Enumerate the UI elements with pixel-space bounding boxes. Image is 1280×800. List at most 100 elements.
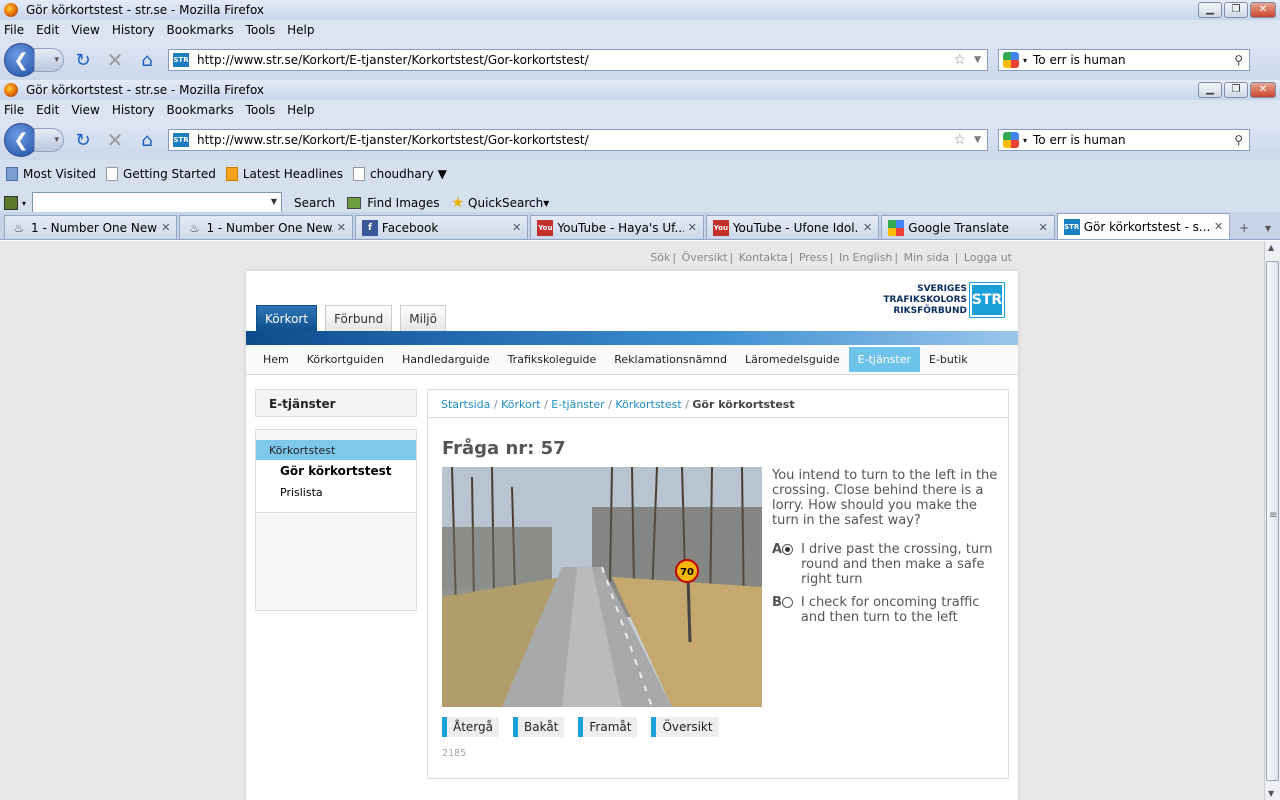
tab-1[interactable]: ♨ 1 - Number One New... ✕	[4, 215, 178, 239]
close-button[interactable]: ✕	[1250, 2, 1276, 18]
menu-edit[interactable]: Edit	[36, 103, 59, 117]
maximize-button[interactable]: ❐	[1224, 2, 1248, 18]
close-tab-icon[interactable]: ✕	[1214, 220, 1223, 233]
link-sok[interactable]: Sök	[650, 251, 670, 264]
menu-file[interactable]: File	[4, 23, 24, 37]
menu-history[interactable]: History	[112, 103, 155, 117]
bookmark-choudhary[interactable]: choudhary ▼	[353, 167, 447, 181]
forward-button[interactable]: Framåt	[578, 717, 638, 737]
link-press[interactable]: Press	[799, 251, 828, 264]
tab-youtube-2[interactable]: You YouTube - Ufone Idol... ✕	[705, 215, 880, 239]
sidebar-item-gor-korkortstest[interactable]: Gör körkortstest	[256, 460, 416, 482]
link-oversikt[interactable]: Översikt	[682, 251, 728, 264]
subnav-e-tjanster[interactable]: E-tjänster	[848, 347, 921, 372]
menu-tools[interactable]: Tools	[246, 103, 276, 117]
overview-button[interactable]: Översikt	[651, 717, 719, 737]
scroll-down-icon[interactable]: ▼	[1268, 789, 1274, 798]
option-a[interactable]: A I drive past the crossing, turn round a…	[772, 542, 1002, 587]
tab-list-button[interactable]: ▾	[1256, 217, 1280, 239]
url-bar[interactable]: STR http://www.str.se/Korkort/E-tjanster/…	[168, 49, 988, 71]
crumb-korkortstest[interactable]: Körkortstest	[615, 398, 681, 411]
search-bar[interactable]: ▾ To err is human ⚲	[998, 49, 1250, 71]
menu-edit[interactable]: Edit	[36, 23, 59, 37]
menu-help[interactable]: Help	[287, 23, 314, 37]
menu-file[interactable]: File	[4, 103, 24, 117]
link-logga-ut[interactable]: Logga ut	[964, 251, 1012, 264]
bookmark-star-icon[interactable]: ☆	[954, 132, 967, 148]
subnav-handledarguide[interactable]: Handledarguide	[393, 347, 499, 372]
subnav-e-butik[interactable]: E-butik	[920, 347, 977, 372]
str-logo[interactable]: SVERIGES TRAFIKSKOLORS RIKSFÖRBUND STR	[883, 282, 1005, 318]
stop-icon[interactable]: ✕	[102, 47, 128, 73]
home-icon[interactable]: ⌂	[134, 47, 160, 73]
search-icon[interactable]: ⚲	[1234, 133, 1243, 147]
search-bar[interactable]: ▾ To err is human ⚲	[998, 129, 1250, 151]
close-tab-icon[interactable]: ✕	[512, 221, 521, 234]
close-button[interactable]: ✕	[1250, 82, 1276, 98]
subnav-reklamationsnamnd[interactable]: Reklamationsnämnd	[605, 347, 736, 372]
minimize-button[interactable]: ▁	[1198, 82, 1222, 98]
url-bar[interactable]: STR http://www.str.se/Korkort/E-tjanster/…	[168, 129, 988, 151]
toolbar-search-combo[interactable]	[32, 192, 283, 214]
close-tab-icon[interactable]: ✕	[161, 221, 170, 234]
reload-icon[interactable]: ↻	[70, 127, 96, 153]
subnav-hem[interactable]: Hem	[254, 347, 298, 372]
sidebar-item-korkortstest[interactable]: Körkortstest	[256, 440, 416, 460]
back-button[interactable]: ❮	[4, 43, 38, 77]
radio-option-a[interactable]	[782, 544, 794, 555]
quicksearch-button[interactable]: ★ QuickSearch▾	[451, 195, 549, 211]
menu-tools[interactable]: Tools	[246, 23, 276, 37]
subnav-trafikskoleguide[interactable]: Trafikskoleguide	[499, 347, 606, 372]
vertical-scrollbar[interactable]: ▲▼	[1264, 241, 1280, 800]
scroll-thumb[interactable]	[1266, 261, 1279, 781]
subnav-korkortguiden[interactable]: Körkortguiden	[298, 347, 393, 372]
url-dropdown-icon[interactable]: ▼	[974, 135, 981, 145]
bookmark-latest-headlines[interactable]: Latest Headlines	[225, 167, 343, 181]
scroll-up-icon[interactable]: ▲	[1268, 243, 1274, 252]
close-tab-icon[interactable]: ✕	[688, 221, 697, 234]
home-icon[interactable]: ⌂	[134, 127, 160, 153]
reload-icon[interactable]: ↻	[70, 47, 96, 73]
bookmark-getting-started[interactable]: Getting Started	[106, 167, 216, 181]
crumb-startsida[interactable]: Startsida	[441, 398, 490, 411]
option-b[interactable]: B I check for oncoming traffic and then t…	[772, 595, 1002, 625]
bookmark-most-visited[interactable]: Most Visited	[6, 167, 96, 181]
back-button[interactable]: ❮	[4, 123, 38, 157]
stop-icon[interactable]: ✕	[102, 127, 128, 153]
tab-forbund[interactable]: Förbund	[325, 305, 393, 331]
menu-view[interactable]: View	[71, 23, 99, 37]
link-in-english[interactable]: In English	[839, 251, 892, 264]
bookmark-star-icon[interactable]: ☆	[954, 52, 967, 68]
search-icon[interactable]: ⚲	[1234, 53, 1243, 67]
menu-help[interactable]: Help	[287, 103, 314, 117]
tab-youtube-1[interactable]: You YouTube - Haya's Uf... ✕	[530, 215, 704, 239]
forward-button[interactable]: ▾	[34, 48, 64, 72]
close-tab-icon[interactable]: ✕	[863, 221, 872, 234]
tab-google-translate[interactable]: Google Translate ✕	[881, 215, 1055, 239]
menu-history[interactable]: History	[112, 23, 155, 37]
menu-bookmarks[interactable]: Bookmarks	[167, 23, 234, 37]
forward-button[interactable]: ▾	[34, 128, 64, 152]
link-kontakta[interactable]: Kontakta	[739, 251, 788, 264]
maximize-button[interactable]: ❐	[1224, 82, 1248, 98]
tab-str-active[interactable]: STR Gör körkortstest - s... ✕	[1056, 213, 1231, 239]
link-min-sida[interactable]: Min sida	[904, 251, 950, 264]
subnav-laromedelsguide[interactable]: Läromedelsguide	[736, 347, 849, 372]
return-button[interactable]: Återgå	[442, 717, 499, 737]
tab-korkort[interactable]: Körkort	[256, 305, 318, 331]
menu-bookmarks[interactable]: Bookmarks	[167, 103, 234, 117]
sidebar-item-prislista[interactable]: Prislista	[256, 482, 416, 503]
toolbar-search-button[interactable]: Search	[294, 196, 335, 210]
radio-option-b[interactable]	[781, 597, 793, 608]
new-tab-button[interactable]: +	[1232, 217, 1256, 239]
tab-facebook[interactable]: f Facebook ✕	[354, 215, 529, 239]
tab-miljo[interactable]: Miljö	[400, 305, 446, 331]
minimize-button[interactable]: ▁	[1198, 2, 1222, 18]
close-tab-icon[interactable]: ✕	[337, 221, 346, 234]
toolbar-film-icon[interactable]	[4, 196, 18, 210]
crumb-e-tjanster[interactable]: E-tjänster	[551, 398, 604, 411]
back-button[interactable]: Bakåt	[513, 717, 565, 737]
find-images-button[interactable]: Find Images	[347, 196, 439, 210]
tab-2[interactable]: ♨ 1 - Number One New... ✕	[179, 215, 353, 239]
close-tab-icon[interactable]: ✕	[1039, 221, 1048, 234]
